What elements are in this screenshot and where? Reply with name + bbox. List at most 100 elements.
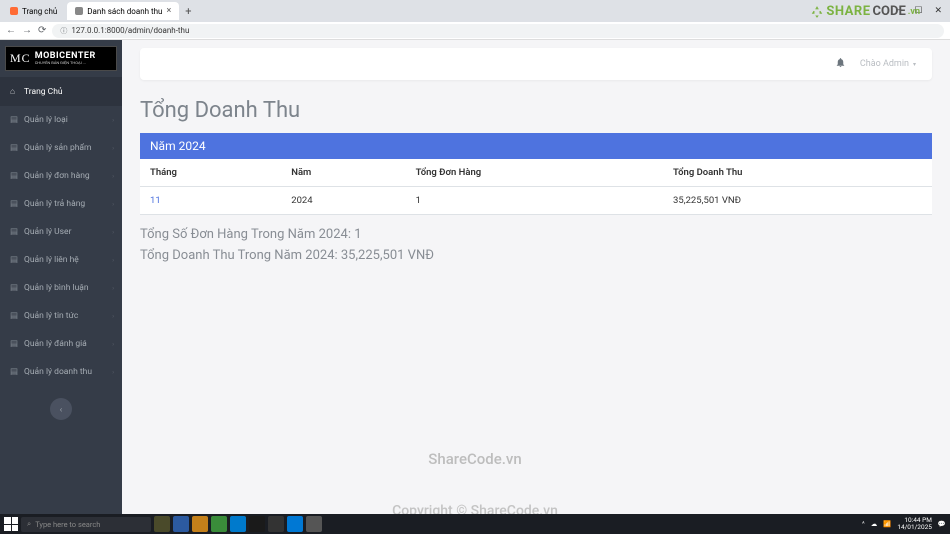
chevron-right-icon: › — [112, 229, 114, 236]
task-icon[interactable] — [211, 516, 227, 532]
tray-wifi-icon[interactable]: 📶 — [883, 520, 891, 528]
sidebar-item-5[interactable]: ▤ Quản lý User › — [0, 218, 122, 246]
folder-icon: ▤ — [10, 199, 18, 209]
bell-icon[interactable] — [835, 57, 846, 71]
col-month: Tháng — [140, 159, 281, 187]
sidebar-item-2[interactable]: ▤Quản lý sản phẩm› — [0, 134, 122, 162]
sidebar-item-label: Quản lý liên hệ — [24, 255, 79, 265]
folder-icon: ▤ — [10, 143, 18, 153]
task-icon[interactable] — [268, 516, 284, 532]
chevron-right-icon: › — [112, 313, 114, 320]
sidebar-item-6[interactable]: ▤Quản lý liên hệ› — [0, 246, 122, 274]
folder-icon: ▤ — [10, 339, 18, 349]
task-icon[interactable] — [154, 516, 170, 532]
col-orders: Tổng Đơn Hàng — [406, 159, 663, 187]
folder-icon: ▤ — [10, 283, 18, 293]
tray-chevron-icon[interactable]: ^ — [862, 520, 865, 528]
folder-icon: ▤ — [10, 367, 18, 377]
topbar: Chào Admin ▾ — [140, 48, 932, 80]
watermark-share: SHARE — [826, 4, 870, 19]
tab-title: Danh sách doanh thu — [87, 7, 162, 16]
close-icon[interactable]: × — [166, 6, 171, 16]
browser-tab-1[interactable]: Trang chủ — [2, 2, 65, 20]
tray-clock[interactable]: 10:44 PM 14/01/2025 — [897, 517, 932, 531]
cell-revenue: 35,225,501 VNĐ — [663, 187, 932, 215]
task-icon[interactable] — [249, 516, 265, 532]
sidebar-item-label: Quản lý User — [24, 227, 71, 237]
start-button[interactable] — [4, 517, 18, 531]
task-icon[interactable] — [306, 516, 322, 532]
new-tab-button[interactable]: + — [179, 5, 197, 18]
sidebar-item-label: Quản lý tin tức — [24, 311, 78, 321]
folder-icon: ▤ — [10, 115, 18, 125]
sidebar-item-label: Quản lý đánh giá — [24, 339, 87, 349]
task-icon[interactable] — [173, 516, 189, 532]
folder-icon: ▤ — [10, 227, 18, 237]
search-icon: ⌕ — [27, 519, 31, 529]
logo-sub: CHUYÊN BÁN ĐIỆN THOẠI ... — [35, 61, 96, 65]
tab-title: Trang chủ — [22, 7, 57, 16]
sidebar-item-9[interactable]: ▤Quản lý đánh giá› — [0, 330, 122, 358]
summary-orders: Tổng Số Đơn Hàng Trong Năm 2024: 1 — [140, 225, 932, 246]
cell-orders: 1 — [406, 187, 663, 215]
tray-notif-icon[interactable]: 💬 — [938, 520, 946, 528]
task-icon[interactable] — [192, 516, 208, 532]
summary: Tổng Số Đơn Hàng Trong Năm 2024: 1 Tổng … — [140, 225, 932, 267]
folder-icon: ▤ — [10, 255, 18, 265]
sidebar-item-label: Quản lý loại — [24, 115, 68, 125]
taskbar-search[interactable]: ⌕ Type here to search — [21, 517, 151, 532]
url-field[interactable]: ⓘ 127.0.0.1:8000/admin/doanh-thu — [52, 24, 944, 38]
close-window-button[interactable]: ✕ — [934, 6, 942, 16]
chevron-right-icon: › — [112, 145, 114, 152]
chevron-right-icon: › — [112, 117, 114, 124]
search-placeholder: Type here to search — [35, 520, 100, 529]
chevron-right-icon: › — [112, 201, 114, 208]
chevron-down-icon: ▾ — [913, 61, 916, 68]
url-text: 127.0.0.1:8000/admin/doanh-thu — [71, 26, 189, 35]
sidebar-item-label: Quản lý doanh thu — [24, 367, 92, 377]
year-header: Năm 2024 — [140, 133, 932, 159]
tray-date: 14/01/2025 — [897, 524, 932, 531]
chevron-right-icon: › — [112, 285, 114, 292]
cell-year: 2024 — [281, 187, 405, 215]
sidebar-item-0[interactable]: ⌂Trang Chủ — [0, 77, 122, 106]
sidebar-item-label: Trang Chủ — [24, 87, 63, 97]
browser-tabs: Trang chủ Danh sách doanh thu × + — ☐ ✕ — [0, 0, 950, 22]
folder-icon: ▤ — [10, 311, 18, 321]
sidebar-item-7[interactable]: ▤Quản lý bình luận› — [0, 274, 122, 302]
sidebar-item-3[interactable]: ▤Quản lý đơn hàng› — [0, 162, 122, 190]
system-tray[interactable]: ^ ☁ 📶 10:44 PM 14/01/2025 💬 — [862, 517, 946, 531]
folder-icon: ▤ — [10, 171, 18, 181]
sidebar-item-1[interactable]: ▤ Quản lý loại › — [0, 106, 122, 134]
watermark-logo: SHARECODE.vn — [810, 4, 920, 19]
info-icon: ⓘ — [60, 26, 67, 36]
address-bar: ← → ⟳ ⓘ 127.0.0.1:8000/admin/doanh-thu — [0, 22, 950, 40]
watermark-code: CODE — [873, 4, 906, 19]
back-button[interactable]: ← — [6, 25, 16, 36]
task-icon[interactable] — [287, 516, 303, 532]
sidebar-item-10[interactable]: ▤ Quản lý doanh thu › — [0, 358, 122, 386]
app-shell: MC MOBICENTER CHUYÊN BÁN ĐIỆN THOẠI ... … — [0, 40, 950, 514]
col-revenue: Tổng Doanh Thu — [663, 159, 932, 187]
task-icon[interactable] — [230, 516, 246, 532]
col-year: Năm — [281, 159, 405, 187]
sidebar-item-8[interactable]: ▤ Quản lý tin tức › — [0, 302, 122, 330]
user-greeting[interactable]: Chào Admin ▾ — [860, 59, 916, 69]
tray-cloud-icon[interactable]: ☁ — [871, 520, 878, 528]
forward-button[interactable]: → — [22, 25, 32, 36]
browser-tab-2[interactable]: Danh sách doanh thu × — [67, 2, 179, 20]
content: Chào Admin ▾ Tổng Doanh Thu Năm 2024 Thá… — [122, 40, 950, 514]
taskbar: ⌕ Type here to search ^ ☁ 📶 10:44 PM 14/… — [0, 514, 950, 534]
summary-revenue: Tổng Doanh Thu Trong Năm 2024: 35,225,50… — [140, 246, 932, 267]
sidebar-item-4[interactable]: ▤ Quản lý trả hàng › — [0, 190, 122, 218]
logo[interactable]: MC MOBICENTER CHUYÊN BÁN ĐIỆN THOẠI ... — [5, 46, 117, 71]
chevron-right-icon: › — [112, 369, 114, 376]
sidebar-collapse-button[interactable]: ‹ — [50, 398, 72, 420]
table-row: 112024135,225,501 VNĐ — [140, 187, 932, 215]
tab-favicon — [75, 7, 83, 15]
cell-month[interactable]: 11 — [140, 187, 281, 215]
sidebar-item-label: Quản lý đơn hàng — [24, 171, 90, 181]
sidebar-item-label: Quản lý trả hàng — [24, 199, 85, 209]
reload-button[interactable]: ⟳ — [38, 25, 46, 36]
recycle-icon — [810, 5, 824, 19]
